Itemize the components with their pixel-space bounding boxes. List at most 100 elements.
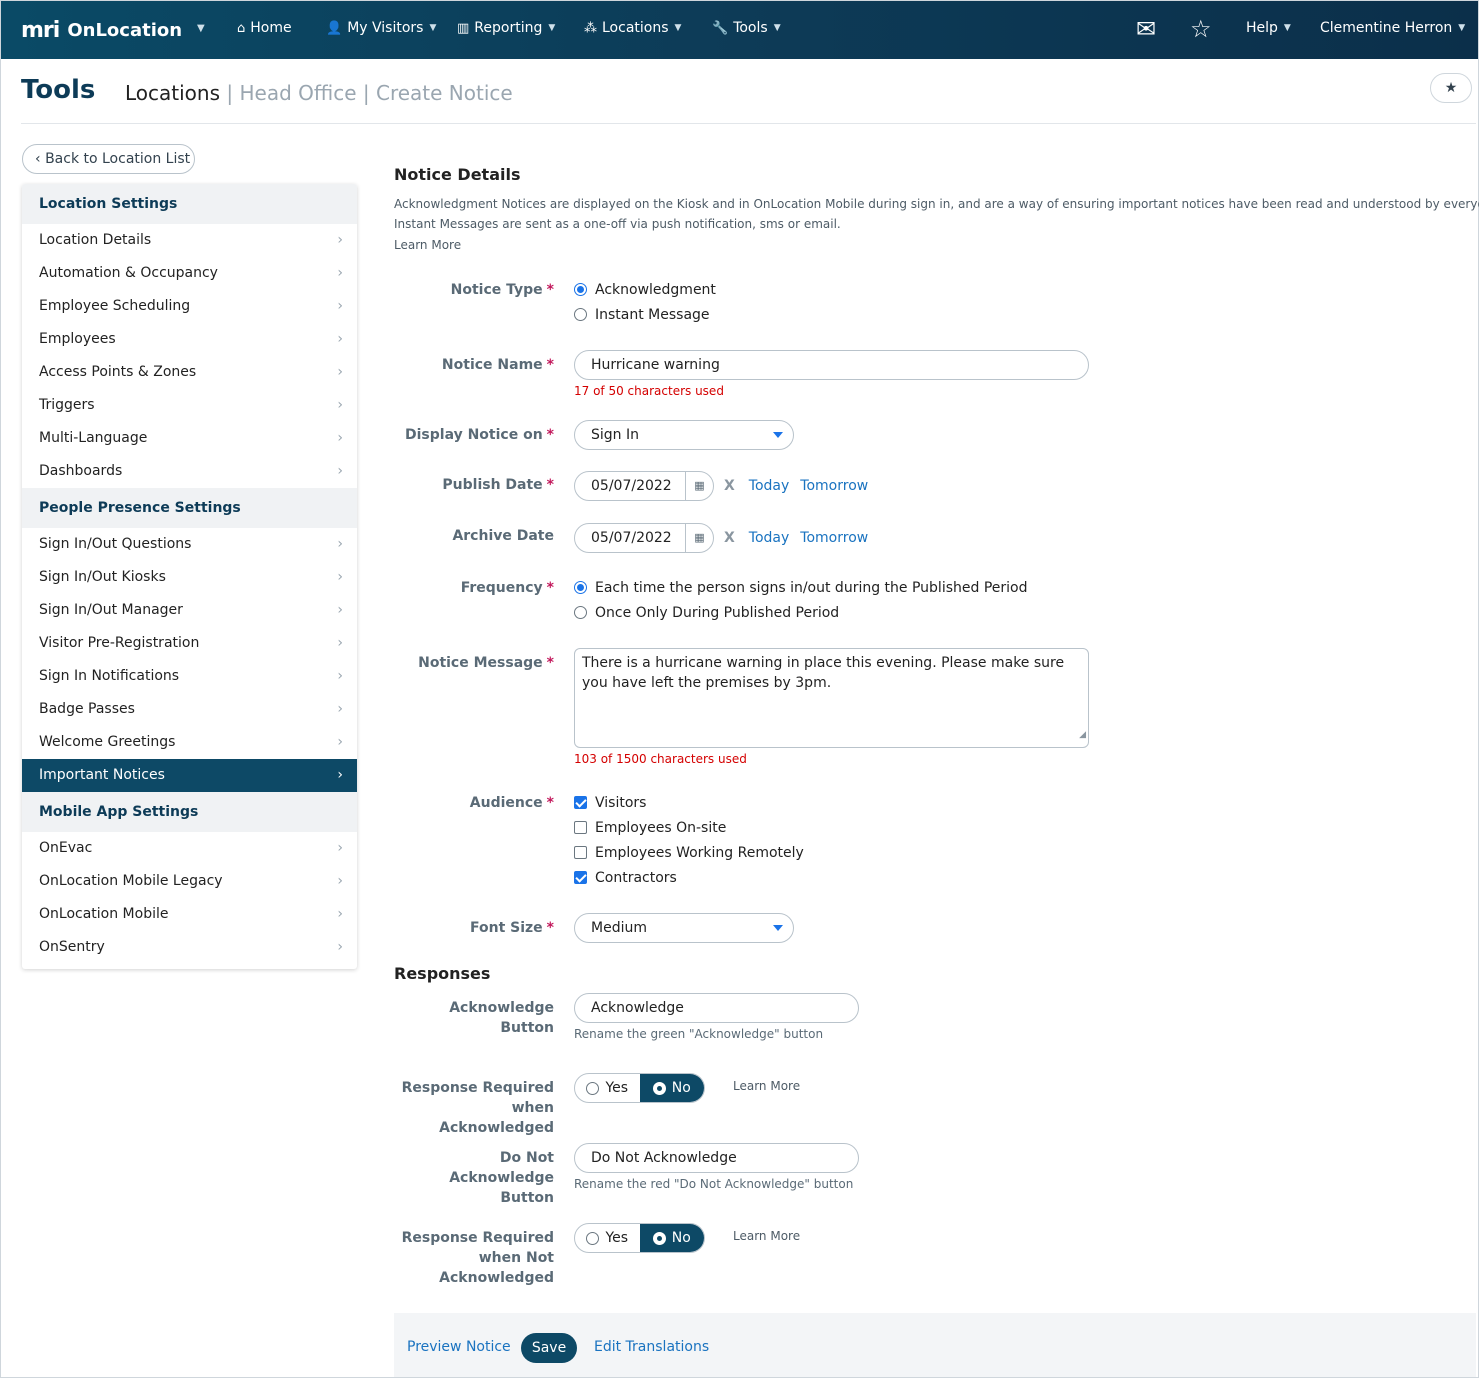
mail-icon[interactable]: ✉ [1136,15,1156,43]
publish-date-input[interactable]: 05/07/2022 ▦ [574,471,714,501]
sidebar-item[interactable]: Automation & Occupancy › [22,257,357,290]
archive-date-input[interactable]: 05/07/2022 ▦ [574,523,714,553]
nav-home[interactable]: ⌂ Home [237,20,292,36]
breadcrumb-head-office[interactable]: Head Office [239,81,356,105]
sidebar-item[interactable]: OnLocation Mobile › [22,898,357,931]
toggle-no[interactable]: No [639,1224,704,1252]
acknowledge-button-input[interactable]: Acknowledge [574,993,859,1023]
sidebar-item-important-notices[interactable]: Important Notices › [22,759,357,792]
toggle-yes-label: Yes [605,1230,629,1246]
sidebar-item[interactable]: Welcome Greetings › [22,726,357,759]
calendar-icon[interactable]: ▦ [685,472,713,500]
sidebar-item-label: Visitor Pre-Registration [39,635,200,651]
sidebar-item[interactable]: Access Points & Zones › [22,356,357,389]
audience-contractors[interactable]: Contractors [574,865,804,890]
sidebar-item[interactable]: Visitor Pre-Registration › [22,627,357,660]
archive-tomorrow-link[interactable]: Tomorrow [800,530,868,546]
radio[interactable] [574,606,587,619]
sidebar-item[interactable]: OnEvac › [22,832,357,865]
sidebar-item[interactable]: OnSentry › [22,931,357,964]
calendar-icon[interactable]: ▦ [685,524,713,552]
sidebar-item[interactable]: Badge Passes › [22,693,357,726]
learn-more-link[interactable]: Learn More [394,238,461,252]
sidebar-item[interactable]: Dashboards › [22,455,357,488]
sidebar-item[interactable]: Employees › [22,323,357,356]
archive-today-link[interactable]: Today [749,530,790,546]
audience-employees-onsite[interactable]: Employees On-site [574,815,804,840]
notice-details-heading: Notice Details [394,165,521,184]
sidebar-item[interactable]: Sign In/Out Kiosks › [22,561,357,594]
clear-archive-date-button[interactable]: X [724,530,735,546]
notice-message-value: There is a hurricane warning in place th… [582,655,1065,691]
edit-translations-link[interactable]: Edit Translations [594,1339,709,1355]
app-switcher-chevron-icon[interactable]: ▼ [197,23,205,34]
checkbox[interactable] [574,821,587,834]
font-size-select[interactable]: Medium [574,913,794,943]
publish-today-link[interactable]: Today [749,478,790,494]
toggle-yes[interactable]: Yes [575,1224,640,1252]
frequency-each-time[interactable]: Each time the person signs in/out during… [574,575,1027,600]
frequency-once-only[interactable]: Once Only During Published Period [574,600,1027,625]
radio-selected[interactable] [574,283,587,296]
archive-date-value: 05/07/2022 [591,530,672,546]
notice-message-textarea[interactable]: There is a hurricane warning in place th… [574,648,1089,748]
sidebar-item[interactable]: Triggers › [22,389,357,422]
nav-tools[interactable]: 🔧 Tools ▼ [712,20,781,36]
sidebar-item[interactable]: Location Details › [22,224,357,257]
save-button[interactable]: Save [521,1333,577,1363]
checkbox-checked[interactable] [574,871,587,884]
notice-name-input[interactable]: Hurricane warning [574,350,1089,380]
radio-selected[interactable] [574,581,587,594]
mri-logo-mark: mri [21,17,60,43]
clear-publish-date-button[interactable]: X [724,478,735,494]
star-icon[interactable]: ☆ [1190,15,1212,43]
sidebar-item[interactable]: Multi-Language › [22,422,357,455]
learn-more-link[interactable]: Learn More [733,1079,800,1093]
display-notice-select[interactable]: Sign In [574,420,794,450]
app-name: OnLocation [67,19,183,41]
response-required-nack-label: Response Required when Not Acknowledged [394,1228,554,1288]
sidebar-item-label: Automation & Occupancy [39,265,218,281]
nav-my-visitors[interactable]: 👤 My Visitors ▼ [326,20,436,36]
dropdown-caret-icon [773,432,783,438]
nav-user-menu[interactable]: Clementine Herron ▼ [1320,20,1465,36]
nav-help[interactable]: Help ▼ [1246,20,1291,36]
back-to-location-list-button[interactable]: ‹ Back to Location List [22,144,195,174]
do-not-acknowledge-label-line2: Button [500,1190,554,1206]
toggle-yes[interactable]: Yes [575,1074,640,1102]
responses-heading: Responses [394,964,491,983]
toggle-no[interactable]: No [639,1074,704,1102]
learn-more-link[interactable]: Learn More [733,1229,800,1243]
font-size-group: Medium [574,913,794,943]
notice-type-instant-message[interactable]: Instant Message [574,302,716,327]
favorite-button[interactable]: ★ [1430,73,1472,103]
sidebar-item[interactable]: Employee Scheduling › [22,290,357,323]
notice-type-acknowledgment[interactable]: Acknowledgment [574,277,716,302]
nav-locations[interactable]: ⁂ Locations ▼ [584,20,681,36]
sidebar-item[interactable]: Sign In Notifications › [22,660,357,693]
sidebar-item[interactable]: Sign In/Out Questions › [22,528,357,561]
chevron-right-icon: › [337,232,343,248]
frequency-label-text: Frequency [460,580,543,596]
radio[interactable] [574,308,587,321]
nav-reporting[interactable]: ▥ Reporting ▼ [457,20,555,36]
preview-notice-link[interactable]: Preview Notice [407,1339,511,1355]
chevron-right-icon: › [337,701,343,717]
checkbox-checked[interactable] [574,796,587,809]
home-icon: ⌂ [237,20,246,36]
audience-visitors[interactable]: Visitors [574,790,804,815]
sidebar-item-label: OnEvac [39,840,93,856]
chevron-right-icon: › [337,569,343,585]
publish-tomorrow-link[interactable]: Tomorrow [800,478,868,494]
do-not-acknowledge-input[interactable]: Do Not Acknowledge [574,1143,859,1173]
app-logo[interactable]: mri OnLocation [21,17,182,43]
breadcrumb-separator: | [226,81,234,105]
nav-my-visitors-label: My Visitors [347,20,424,36]
response-required-ack-label: Response Required when Acknowledged [394,1078,554,1138]
resize-grip-icon[interactable]: ◢ [1079,725,1086,745]
checkbox[interactable] [574,846,587,859]
sidebar-item[interactable]: OnLocation Mobile Legacy › [22,865,357,898]
chevron-right-icon: › [337,873,343,889]
audience-employees-remote[interactable]: Employees Working Remotely [574,840,804,865]
sidebar-item[interactable]: Sign In/Out Manager › [22,594,357,627]
